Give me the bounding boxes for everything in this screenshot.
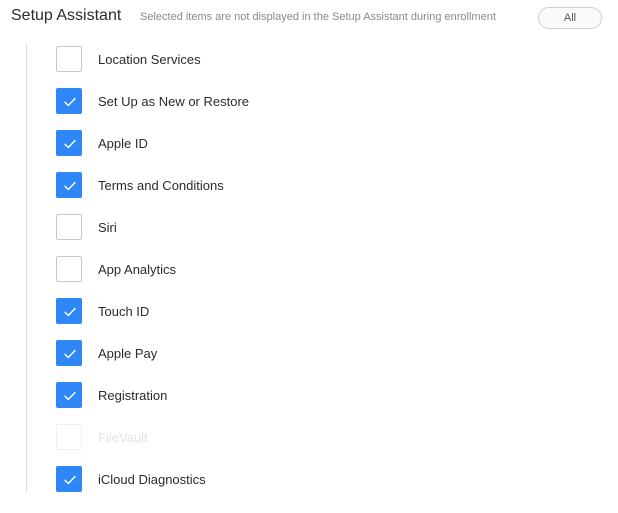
checkmark-icon	[64, 475, 76, 485]
setup-item-apple-id[interactable]: Apple ID	[56, 130, 576, 172]
section-subtitle: Selected items are not displayed in the …	[140, 11, 496, 23]
checkmark-icon	[64, 349, 76, 359]
checkbox[interactable]	[56, 214, 82, 240]
setup-item-label: FileVault	[98, 430, 148, 445]
checkbox	[56, 424, 82, 450]
section-title: Setup Assistant	[11, 7, 122, 24]
select-all-button[interactable]: All	[538, 7, 602, 29]
checkmark-icon	[64, 307, 76, 317]
checkbox[interactable]	[56, 88, 82, 114]
checkbox[interactable]	[56, 46, 82, 72]
setup-item-touch-id[interactable]: Touch ID	[56, 298, 576, 340]
setup-item-label: iCloud Diagnostics	[98, 472, 206, 487]
checkbox[interactable]	[56, 172, 82, 198]
setup-item-label: App Analytics	[98, 262, 177, 277]
setup-item-label: Set Up as New or Restore	[98, 94, 250, 109]
checkmark-icon	[64, 139, 76, 149]
checkbox[interactable]	[56, 466, 82, 492]
setup-item-siri[interactable]: Siri	[56, 214, 576, 256]
setup-item-filevault: FileVault	[56, 424, 576, 466]
setup-item-set-up-as-new-or-restore[interactable]: Set Up as New or Restore	[56, 88, 576, 130]
setup-item-icloud-diagnostics[interactable]: iCloud Diagnostics	[56, 466, 576, 508]
checkbox[interactable]	[56, 298, 82, 324]
setup-item-app-analytics[interactable]: App Analytics	[56, 256, 576, 298]
setup-item-label: Touch ID	[98, 304, 150, 319]
setup-items-list: Location Services Set Up as New or Resto…	[56, 46, 576, 508]
setup-item-registration[interactable]: Registration	[56, 382, 576, 424]
checkmark-icon	[64, 97, 76, 107]
checkbox[interactable]	[56, 382, 82, 408]
checkbox[interactable]	[56, 130, 82, 156]
setup-item-label: Location Services	[98, 52, 201, 67]
checkmark-icon	[64, 391, 76, 401]
setup-item-location-services[interactable]: Location Services	[56, 46, 576, 88]
checkbox[interactable]	[56, 256, 82, 282]
setup-item-label: Apple Pay	[98, 346, 158, 361]
setup-item-label: Registration	[98, 388, 168, 403]
checkmark-icon	[64, 181, 76, 191]
setup-assistant-header: Setup Assistant Selected items are not d…	[11, 0, 606, 36]
setup-item-apple-pay[interactable]: Apple Pay	[56, 340, 576, 382]
checkbox[interactable]	[56, 340, 82, 366]
setup-item-label: Terms and Conditions	[98, 178, 224, 193]
setup-item-terms-and-conditions[interactable]: Terms and Conditions	[56, 172, 576, 214]
section-divider	[26, 44, 27, 492]
setup-item-label: Apple ID	[98, 136, 148, 151]
setup-item-label: Siri	[98, 220, 117, 235]
